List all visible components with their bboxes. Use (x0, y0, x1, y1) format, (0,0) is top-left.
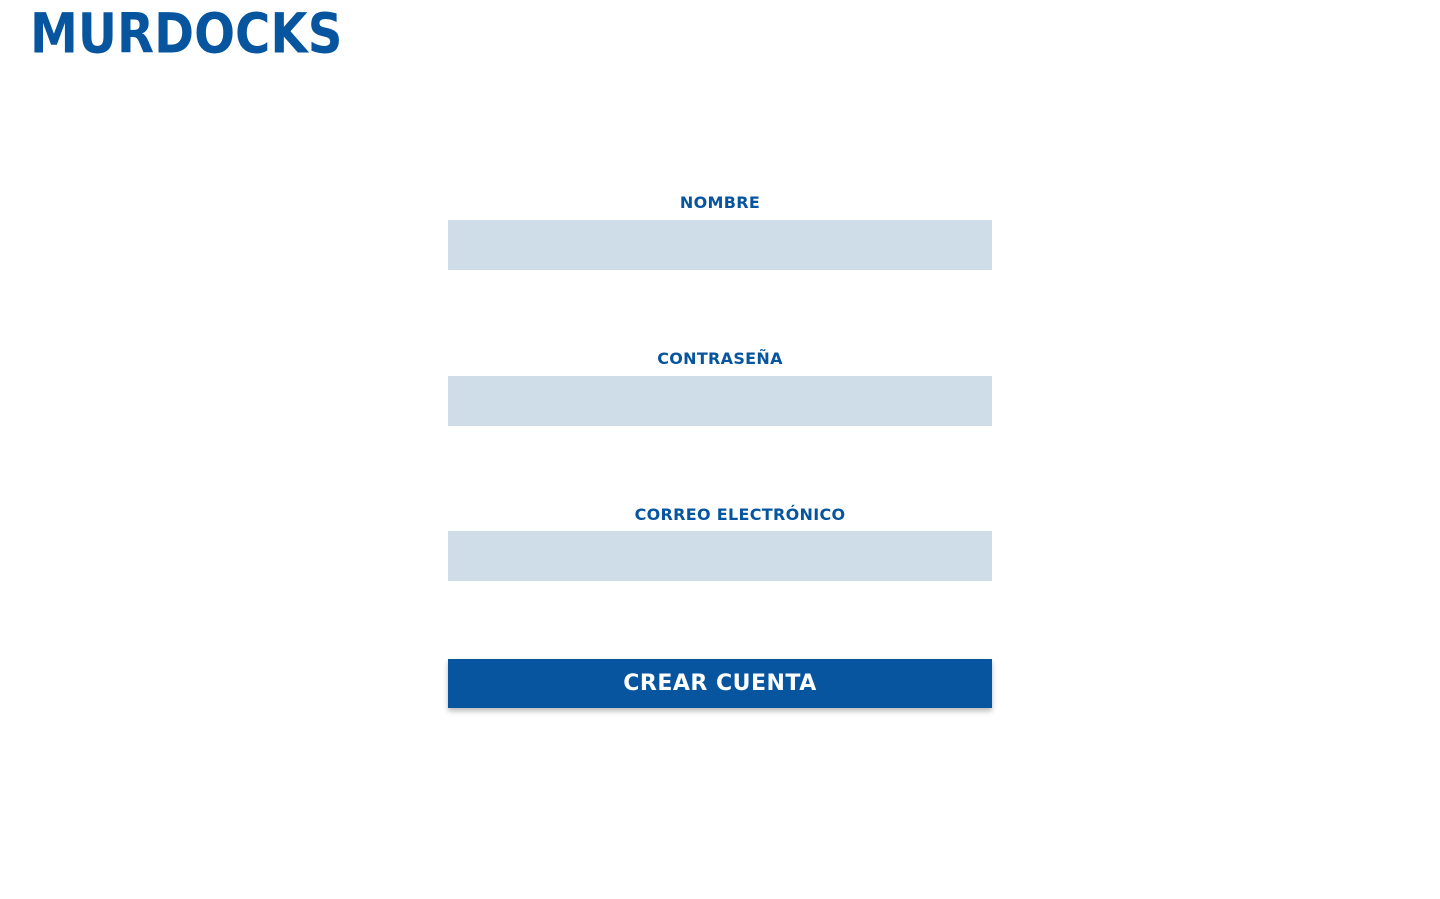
brand-logo[interactable]: MURDOCKS (30, 4, 342, 66)
name-input[interactable] (448, 220, 992, 270)
name-label: NOMBRE (679, 193, 761, 212)
email-input[interactable] (448, 531, 992, 581)
email-label: CORREO ELECTRÓNICO (634, 505, 846, 524)
password-input[interactable] (448, 376, 992, 426)
create-account-button[interactable]: CREAR CUENTA (448, 659, 992, 708)
signup-page: MURDOCKS NOMBRE CONTRASEÑA CORREO ELECTR… (0, 0, 1440, 899)
password-label: CONTRASEÑA (657, 349, 783, 368)
